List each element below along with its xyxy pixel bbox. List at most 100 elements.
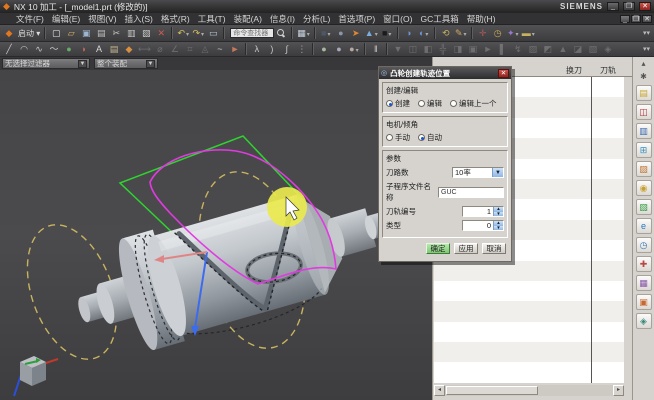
line-icon[interactable]: ╱ [2, 43, 16, 56]
orient-view-icon[interactable]: ➤ [349, 27, 363, 40]
menu-i[interactable]: 信息(I) [266, 13, 299, 25]
scroll-left-icon[interactable]: ◂ [434, 385, 445, 396]
mill-op-10-icon[interactable]: ▨ [526, 43, 540, 56]
type-stepper[interactable]: 0 ▲▼ [462, 220, 504, 231]
process-studio-icon[interactable]: ✚ [636, 256, 652, 272]
menu-gc[interactable]: GC工具箱 [416, 13, 462, 25]
command-finder-input[interactable] [230, 28, 274, 38]
mill-op-4-icon[interactable]: ╬ [436, 43, 450, 56]
paste-icon[interactable]: ▧ [139, 27, 153, 40]
roles-gear-icon[interactable]: ✱ [636, 72, 652, 82]
minimize-button[interactable]: _ [607, 2, 619, 11]
resourcebar-pin-icon[interactable]: ▴ [636, 59, 652, 69]
radio-创建[interactable]: 创建 [386, 98, 410, 109]
window-layout-icon[interactable]: ▦▾ [296, 27, 311, 40]
sphere-tool-3-icon[interactable]: ●▾ [347, 43, 361, 56]
navigator-row[interactable] [434, 342, 624, 362]
cancel-button[interactable]: 取消 [482, 243, 506, 254]
screenshot-icon[interactable]: ▭ [206, 27, 220, 40]
ok-button[interactable]: 确定 [426, 243, 450, 254]
integral-tool-icon[interactable]: ∫ [280, 43, 294, 56]
annotation-icon[interactable]: ◬ [198, 43, 212, 56]
save-icon[interactable]: ▣ [79, 27, 93, 40]
measure-icon[interactable]: ◷ [491, 27, 505, 40]
reuse-library-icon[interactable]: ◉ [636, 180, 652, 196]
menu-e[interactable]: 编辑(E) [48, 13, 84, 25]
flag-icon[interactable]: ► [228, 43, 242, 56]
radio-手动[interactable]: 手动 [386, 132, 410, 143]
menu-v[interactable]: 视图(V) [84, 13, 120, 25]
snap-view-icon[interactable]: ▲▾ [364, 27, 379, 40]
mill-op-11-icon[interactable]: ◩ [541, 43, 555, 56]
mill-op-2-icon[interactable]: ◫ [406, 43, 420, 56]
menu-p[interactable]: 首选项(P) [334, 13, 379, 25]
manufacturing-finder-icon[interactable]: ▦ [636, 275, 652, 291]
lambda-tool-icon[interactable]: λ [250, 43, 264, 56]
menu-o[interactable]: 窗口(O) [379, 13, 416, 25]
radio-编辑[interactable]: 编辑 [418, 98, 442, 109]
part-navigator-icon[interactable]: ▥ [636, 123, 652, 139]
path-number-stepper[interactable]: 1 ▲▼ [462, 206, 504, 217]
machining-wizard-icon[interactable]: ▨ [636, 161, 652, 177]
curve-fit-icon[interactable]: ~ [213, 43, 227, 56]
column-toolchange[interactable]: 换刀 [551, 65, 585, 76]
doc-close-button[interactable]: ✕ [642, 15, 652, 23]
mill-op-9-icon[interactable]: ↯ [511, 43, 525, 56]
spin-down-icon[interactable]: ▼ [494, 226, 503, 231]
more-dots-icon[interactable]: ⋮ [295, 43, 309, 56]
mill-op-15-icon[interactable]: ◈ [601, 43, 615, 56]
toolbar2-overflow-icon[interactable]: ▾▾ [643, 45, 652, 53]
doc-restore-button[interactable]: ❐ [631, 15, 641, 23]
spin-down-icon[interactable]: ▼ [494, 212, 503, 217]
scroll-right-icon[interactable]: ▸ [613, 385, 624, 396]
dim-linear-icon[interactable]: ⟷ [137, 43, 152, 56]
move-body-icon[interactable]: ◐▾ [417, 27, 431, 40]
system-scenes-icon[interactable]: ◈ [636, 313, 652, 329]
subprogram-name-field[interactable] [438, 187, 504, 198]
rotate-body-icon[interactable]: ◑ [402, 27, 416, 40]
operation-navigator-icon[interactable]: ⊞ [636, 142, 652, 158]
passes-dropdown[interactable]: 10率 ▼ [452, 167, 504, 178]
delete-icon[interactable]: ✕ [154, 27, 168, 40]
ruler-icon[interactable]: ▬▾ [521, 27, 536, 40]
text-icon[interactable]: A [92, 43, 106, 56]
menu-a[interactable]: 装配(A) [230, 13, 266, 25]
part-tools-icon[interactable]: ✦▾ [506, 27, 520, 40]
start-menu-button[interactable]: 启动 ▾ [17, 27, 41, 40]
view-palette-icon[interactable]: ▧ [636, 199, 652, 215]
subprogram-name-input[interactable] [439, 188, 503, 197]
doc-minimize-button[interactable]: _ [620, 15, 630, 23]
dim-chain-icon[interactable]: ⌗ [183, 43, 197, 56]
update-display-icon[interactable]: ⟲ [439, 27, 453, 40]
maximize-button[interactable]: ❐ [623, 2, 635, 11]
print-icon[interactable]: ▤ [94, 27, 108, 40]
render-style-icon[interactable]: ■▾ [380, 27, 394, 40]
mill-op-6-icon[interactable]: ▣ [466, 43, 480, 56]
dialog-close-icon[interactable]: ✕ [498, 69, 509, 78]
mill-op-1-icon[interactable]: ▼ [391, 43, 405, 56]
search-icon[interactable] [275, 28, 286, 39]
note-icon[interactable]: ▤ [107, 43, 121, 56]
chevron-down-icon[interactable]: ▼ [492, 168, 503, 177]
redo-icon[interactable]: ↷▾ [191, 27, 205, 40]
copy-icon[interactable]: ▥ [124, 27, 138, 40]
dialog-title-bar[interactable]: ◎ 凸轮创建轨迹位置 ✕ [379, 67, 511, 79]
new-file-icon[interactable]: ▢ [49, 27, 63, 40]
close-button[interactable]: ✕ [639, 2, 651, 11]
spline-icon[interactable]: ∿ [32, 43, 46, 56]
mill-op-14-icon[interactable]: ▧ [586, 43, 600, 56]
menu-r[interactable]: 格式(R) [157, 13, 194, 25]
toolbar-overflow-icon[interactable]: ▾▾ [643, 29, 652, 37]
navigator-row[interactable] [434, 322, 624, 342]
menu-f[interactable]: 文件(F) [12, 13, 48, 25]
sphere-tool-2-icon[interactable]: ● [332, 43, 346, 56]
apply-button[interactable]: 应用 [454, 243, 478, 254]
web-browser-icon[interactable]: e [636, 218, 652, 234]
mill-op-5-icon[interactable]: ◨ [451, 43, 465, 56]
pause-icon[interactable]: ‖ [369, 43, 383, 56]
navigator-row[interactable] [434, 362, 624, 382]
navigator-horizontal-scrollbar[interactable]: ◂ ▸ [434, 385, 624, 396]
selection-scope-dropdown[interactable]: 整个装配▼ [94, 58, 158, 69]
undo-icon[interactable]: ↶▾ [176, 27, 190, 40]
radio-编辑上一个[interactable]: 编辑上一个 [450, 98, 497, 109]
